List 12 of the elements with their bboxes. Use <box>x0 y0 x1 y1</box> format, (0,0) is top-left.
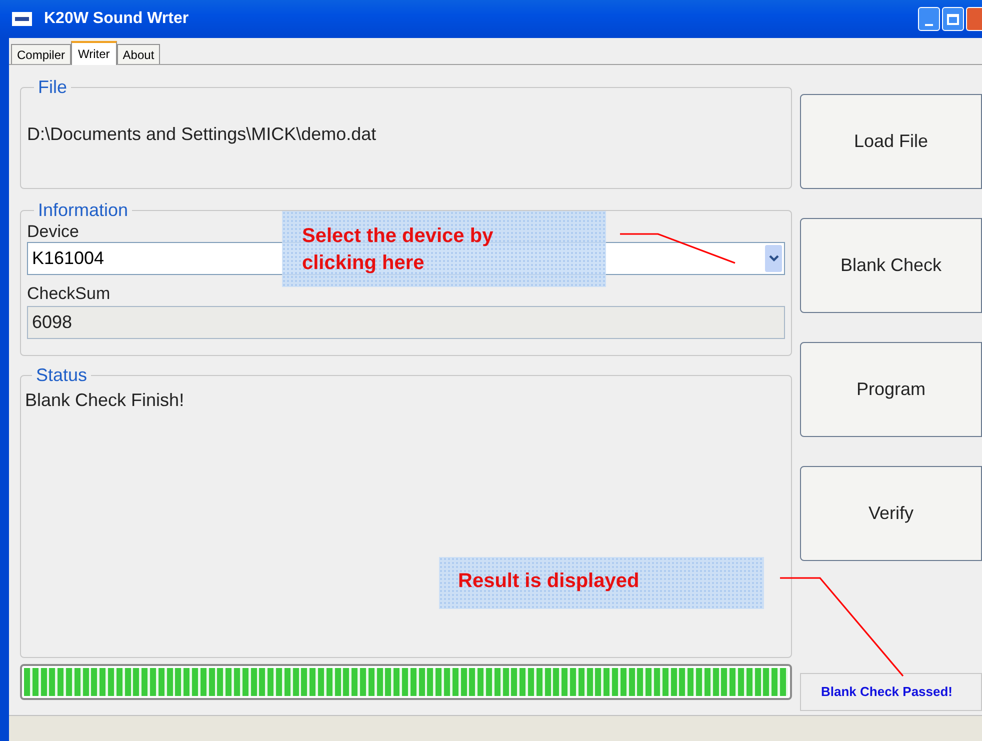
group-title: File <box>37 77 68 97</box>
result-label: Blank Check Passed! <box>800 673 982 711</box>
callout-text: Result is displayed <box>458 569 640 594</box>
group-title: Information <box>37 200 130 220</box>
field-label: CheckSum <box>27 284 110 304</box>
group-title: Status <box>35 365 88 385</box>
checksum-field: 6098 <box>27 306 785 339</box>
status-message: Blank Check Finish! <box>25 389 186 412</box>
callout-text: Select the device by clicking here <box>302 224 494 276</box>
file-path: D:\Documents and Settings\MICK\demo.dat <box>27 123 378 146</box>
field-label: Device <box>27 222 79 242</box>
window-title: K20W Sound Wrter <box>44 9 189 29</box>
